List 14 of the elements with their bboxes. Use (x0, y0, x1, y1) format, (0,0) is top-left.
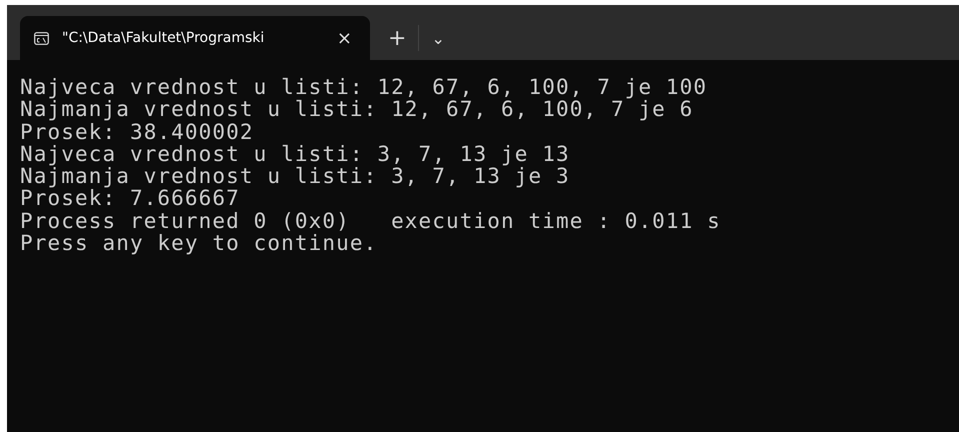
new-tab-button[interactable]: + (376, 16, 418, 60)
console-line: Najmanja vrednost u listi: 12, 67, 6, 100, 7 je 6 (20, 98, 694, 121)
tab[interactable]: "C:\Data\Fakultet\Programski × (20, 16, 370, 60)
console-line: Najmanja vrednost u listi: 3, 7, 13 je 3 (20, 165, 571, 188)
console-line: Prosek: 7.666667 (20, 187, 241, 210)
console-line: Najveca vrednost u listi: 12, 67, 6, 100, 7 je 100 (20, 76, 708, 98)
tab-title: "C:\Data\Fakultet\Programski (62, 30, 264, 46)
close-tab-button[interactable]: × (332, 28, 356, 48)
console-line: Process returned 0 (0x0) execution time : 0.011 s (20, 210, 722, 232)
console-line: Najveca vrednost u listi: 3, 7, 13 je 13 (20, 142, 571, 166)
console-line: Press any key to continue. (20, 232, 378, 254)
console-line: Prosek: 38.400002 (20, 120, 255, 143)
console-icon (34, 32, 49, 44)
dropdown-button[interactable]: ⌄ (419, 16, 457, 60)
